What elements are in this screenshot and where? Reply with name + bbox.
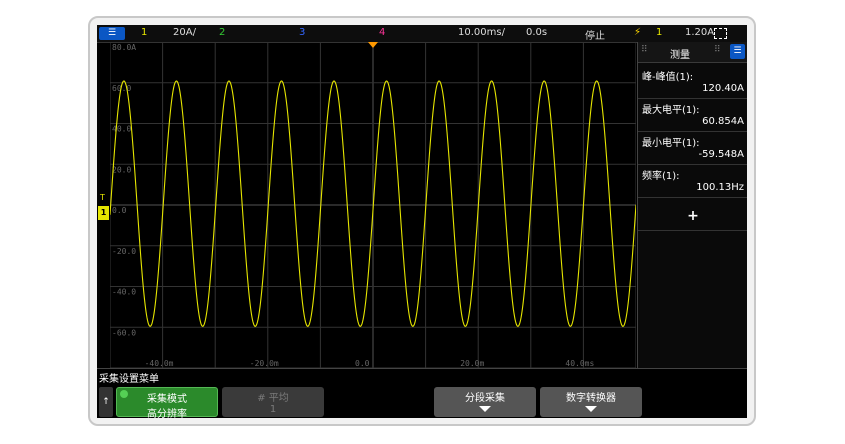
y-tick-label: 0.0	[112, 206, 127, 215]
measurement-value: 100.13Hz	[696, 182, 744, 193]
drag-handle-icon[interactable]: ⠿	[641, 45, 648, 55]
acquisition-indicator-icon	[714, 28, 727, 39]
measurements-panel: ⠿ 测量 ⠿ ☰ 峰-峰值(1): 120.40A 最大电平(1): 60.85…	[637, 42, 747, 368]
y-tick-label: -20.0	[112, 247, 136, 256]
digitizer-softkey[interactable]: 数字转换器	[540, 387, 642, 417]
delay-readout[interactable]: 0.0s	[526, 27, 547, 38]
y-tick-label: -40.0	[112, 288, 136, 297]
run-state[interactable]: 停止	[585, 27, 605, 42]
measurement-maximum[interactable]: 最大电平(1): 60.854A	[638, 99, 747, 132]
measurement-label: 最小电平(1):	[642, 138, 700, 149]
trigger-level[interactable]: 1.20A	[685, 27, 714, 38]
measurements-title: 测量	[670, 50, 690, 61]
softkey-menu: 采集设置菜单 ↑ 采集模式 高分辨率 # 平均 1 分段采集 数字转换器	[97, 368, 747, 418]
trigger-level-marker[interactable]: T	[100, 193, 105, 202]
add-measurement-button[interactable]: +	[638, 202, 747, 231]
back-button[interactable]: ↑	[99, 387, 113, 417]
channel-1-label[interactable]: 1	[141, 27, 147, 38]
measurement-label: 频率(1):	[642, 171, 680, 182]
softkey-title: 分段采集	[465, 393, 505, 404]
measurement-minimum[interactable]: 最小电平(1): -59.548A	[638, 132, 747, 165]
trigger-position-marker[interactable]	[368, 42, 378, 48]
menu-title: 采集设置菜单	[99, 374, 159, 385]
softkey-value: 高分辨率	[147, 409, 187, 418]
channel-1-scale[interactable]: 20A/	[173, 27, 196, 38]
y-tick-label: 80.0A	[112, 43, 136, 52]
submenu-arrow-icon	[479, 406, 491, 412]
measurement-value: -59.548A	[698, 149, 744, 160]
x-tick-label: -40.0m	[145, 359, 174, 368]
x-tick-label: 20.0m	[460, 359, 484, 368]
submenu-arrow-icon	[585, 406, 597, 412]
waveform-display[interactable]: 80.0A60.040.020.00.0-20.0-40.0-60.0 -40.…	[110, 42, 636, 368]
softkey-value: 1	[269, 404, 277, 415]
x-tick-label: -20.0m	[250, 359, 279, 368]
y-axis-labels: 80.0A60.040.020.00.0-20.0-40.0-60.0	[112, 43, 136, 337]
x-tick-label: 0.0	[355, 359, 370, 368]
drag-handle-icon[interactable]: ⠿	[714, 45, 721, 55]
averages-softkey[interactable]: # 平均 1	[222, 387, 324, 417]
measurement-value: 60.854A	[702, 116, 744, 127]
y-tick-label: 20.0	[112, 165, 131, 174]
menu-icon[interactable]: ☰	[99, 27, 125, 40]
measurements-header: ⠿ 测量 ⠿ ☰	[638, 42, 747, 63]
channel-1-ground-marker[interactable]: 1	[98, 206, 109, 220]
measurement-label: 峰-峰值(1):	[642, 72, 694, 83]
channel-2-label[interactable]: 2	[219, 27, 225, 38]
measurement-frequency[interactable]: 频率(1): 100.13Hz	[638, 165, 747, 198]
segmented-acquisition-softkey[interactable]: 分段采集	[434, 387, 536, 417]
acquisition-mode-softkey[interactable]: 采集模式 高分辨率	[116, 387, 218, 418]
trigger-channel[interactable]: 1	[656, 27, 662, 38]
measurement-label: 最大电平(1):	[642, 105, 700, 116]
channel-3-label[interactable]: 3	[299, 27, 305, 38]
y-tick-label: 40.0	[112, 125, 131, 134]
timebase-readout[interactable]: 10.00ms/	[458, 27, 505, 38]
trigger-edge-icon: ⚡	[634, 27, 642, 38]
measurements-menu-icon[interactable]: ☰	[730, 44, 745, 59]
oscilloscope-screen: ☰ 1 20A/ 2 3 4 10.00ms/ 0.0s 停止 ⚡ 1 1.20…	[97, 25, 747, 418]
y-tick-label: -60.0	[112, 328, 136, 337]
measurement-value: 120.40A	[702, 83, 744, 94]
channel-4-label[interactable]: 4	[379, 27, 385, 38]
measurement-peak-to-peak[interactable]: 峰-峰值(1): 120.40A	[638, 66, 747, 99]
status-bar: ☰ 1 20A/ 2 3 4 10.00ms/ 0.0s 停止 ⚡ 1 1.20…	[97, 25, 747, 43]
entry-knob-icon	[120, 390, 128, 398]
softkey-title: # 平均	[257, 393, 289, 404]
x-tick-label: 40.0ms	[565, 359, 594, 368]
x-axis-labels: -40.0m -20.0m 0.0 20.0m 40.0ms	[145, 359, 595, 368]
softkey-title: 采集模式	[147, 394, 187, 405]
softkey-title: 数字转换器	[566, 393, 616, 404]
